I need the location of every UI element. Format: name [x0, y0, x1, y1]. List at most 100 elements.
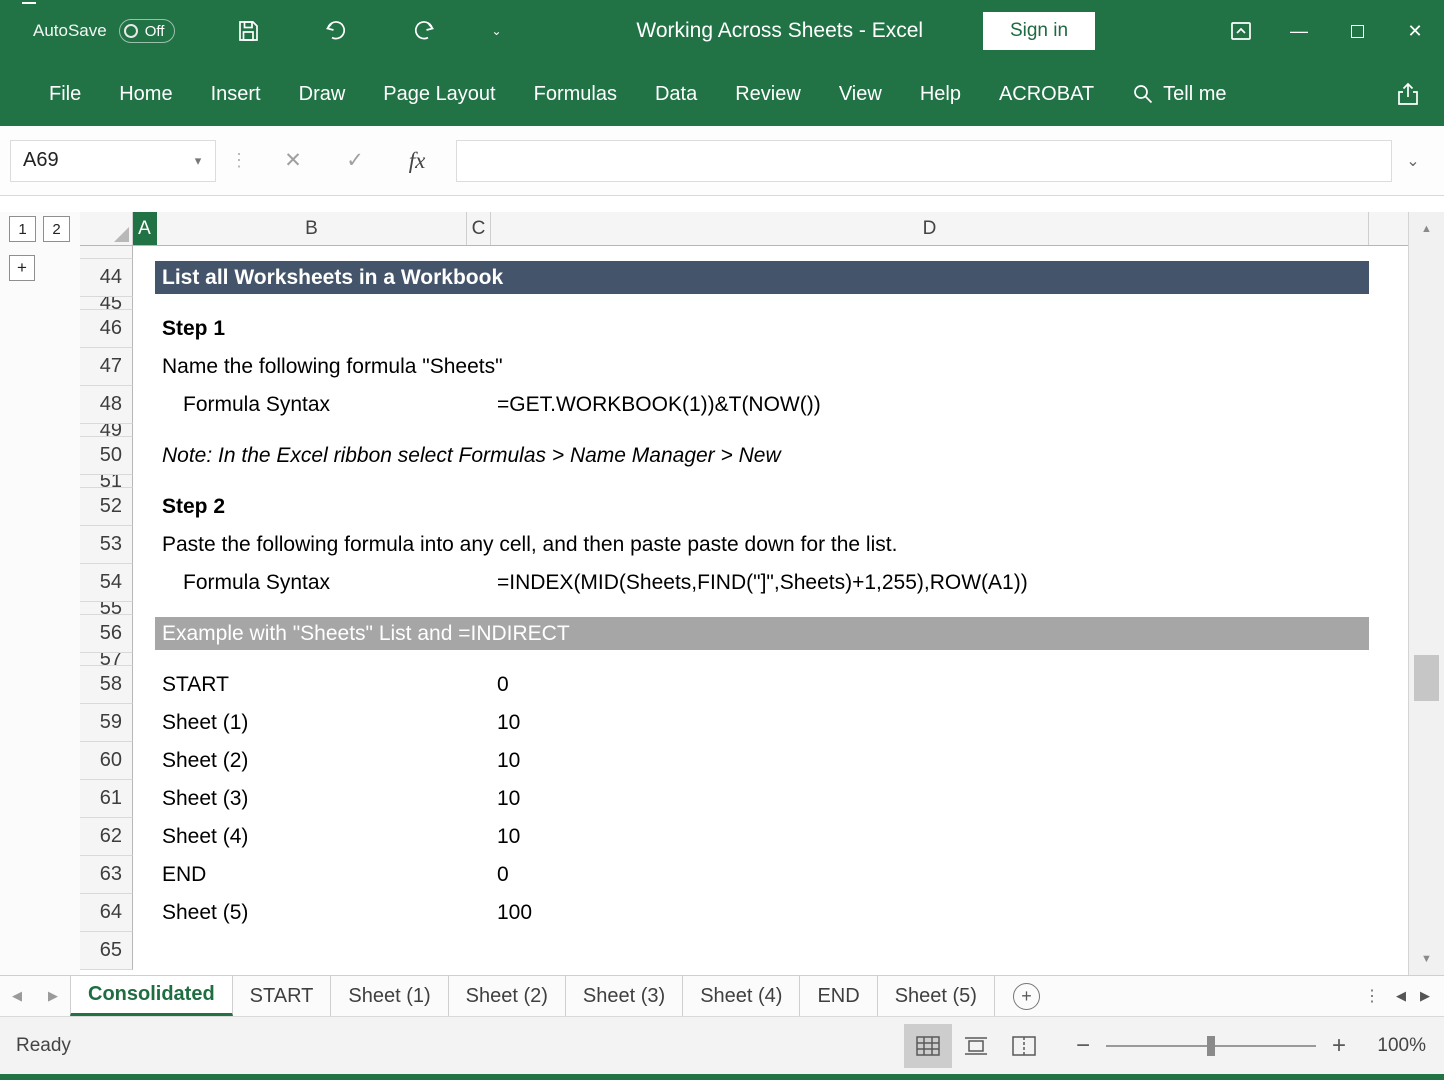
zoom-slider-thumb[interactable] [1207, 1036, 1215, 1056]
row-cells[interactable]: Step 2 [133, 488, 1408, 526]
name-box[interactable]: A69 ▾ [10, 140, 216, 182]
close-button[interactable]: ✕ [1386, 0, 1444, 62]
share-button[interactable] [1386, 72, 1430, 116]
ribbon-display-options-button[interactable] [1212, 0, 1270, 62]
row-header-61[interactable]: 61 [80, 780, 133, 818]
cell-B54[interactable]: Formula Syntax [183, 571, 330, 595]
outline-level-2-button[interactable]: 2 [43, 216, 70, 242]
cell-B52[interactable]: Step 2 [162, 495, 225, 519]
zoom-in-button[interactable]: + [1332, 1032, 1346, 1060]
cell-D48[interactable]: =GET.WORKBOOK(1))&T(NOW()) [497, 393, 821, 417]
row-cells[interactable] [133, 602, 1408, 615]
new-sheet-button[interactable]: + [1013, 983, 1040, 1010]
vertical-scrollbar-thumb[interactable] [1414, 655, 1439, 701]
row-header-51[interactable]: 51 [80, 475, 133, 488]
cell-D59[interactable]: 10 [497, 711, 520, 735]
ribbon-tab-view[interactable]: View [820, 62, 901, 126]
scroll-up-button[interactable]: ▲ [1409, 212, 1444, 245]
row-header-45[interactable]: 45 [80, 297, 133, 310]
row-cells[interactable]: START 0 [133, 666, 1408, 704]
sheet-tab-start[interactable]: START [233, 976, 332, 1016]
cell-B58[interactable]: START [162, 673, 229, 697]
sheet-tab-sheet-4[interactable]: Sheet (4) [683, 976, 800, 1016]
row-cells[interactable] [133, 297, 1408, 310]
sheet-tab-sheet-3[interactable]: Sheet (3) [566, 976, 683, 1016]
row-header-52[interactable]: 52 [80, 488, 133, 526]
cell-D54[interactable]: =INDEX(MID(Sheets,FIND("]",Sheets)+1,255… [497, 571, 1028, 595]
minimize-button[interactable]: — [1270, 0, 1328, 62]
row-header-56[interactable]: 56 [80, 615, 133, 653]
row-cells[interactable]: Sheet (3)10 [133, 780, 1408, 818]
row-cells[interactable]: Sheet (5) 100 [133, 894, 1408, 932]
row-cells[interactable]: List all Worksheets in a Workbook [133, 259, 1408, 297]
sheet-tab-sheet-1[interactable]: Sheet (1) [331, 976, 448, 1016]
expand-formula-bar-icon[interactable]: ⌄ [1392, 151, 1434, 171]
row-header-65[interactable]: 65 [80, 932, 133, 970]
cell-D63[interactable]: 0 [497, 863, 509, 887]
scroll-down-button[interactable]: ▼ [1409, 942, 1444, 975]
row-header-62[interactable]: 62 [80, 818, 133, 856]
column-header-B[interactable]: B [157, 212, 467, 245]
customize-quick-access-toolbar-button[interactable]: ⌄ [491, 27, 501, 35]
row-cells[interactable] [133, 475, 1408, 488]
insert-function-button[interactable]: fx [386, 140, 448, 182]
cell-B53[interactable]: Paste the following formula into any cel… [162, 533, 897, 557]
cell-B48[interactable]: Formula Syntax [183, 393, 330, 417]
row-cells[interactable]: Paste the following formula into any cel… [133, 526, 1408, 564]
page-break-preview-button[interactable] [1000, 1024, 1048, 1068]
undo-button[interactable] [321, 14, 351, 48]
sheet-tab-end[interactable]: END [800, 976, 877, 1016]
page-layout-view-button[interactable] [952, 1024, 1000, 1068]
column-header-C[interactable]: C [467, 212, 491, 245]
enter-button[interactable]: ✓ [324, 140, 386, 182]
outline-expand-button[interactable]: + [9, 255, 35, 281]
select-all-corner[interactable] [80, 212, 133, 245]
row-header-47[interactable]: 47 [80, 348, 133, 386]
normal-view-button[interactable] [904, 1024, 952, 1068]
row-header-44[interactable]: 44 [80, 259, 133, 297]
save-button[interactable] [233, 14, 263, 48]
row-header-63[interactable]: 63 [80, 856, 133, 894]
row-header-57[interactable]: 57 [80, 653, 133, 666]
vertical-scrollbar[interactable]: ▲ ▼ [1408, 212, 1444, 975]
ribbon-tab-help[interactable]: Help [901, 62, 980, 126]
row-cells[interactable]: Sheet (2)10 [133, 742, 1408, 780]
ribbon-tab-draw[interactable]: Draw [280, 62, 365, 126]
cell-D60[interactable]: 10 [497, 749, 520, 773]
row-header-48[interactable]: 48 [80, 386, 133, 424]
cell-B47[interactable]: Name the following formula "Sheets" [162, 355, 503, 379]
row-cells[interactable] [133, 932, 1408, 970]
row-cells[interactable]: Sheet (4)10 [133, 818, 1408, 856]
row-cells[interactable]: END0 [133, 856, 1408, 894]
zoom-slider[interactable] [1106, 1045, 1316, 1047]
formula-bar-resize-handle[interactable]: ⋮ [230, 150, 248, 171]
cell-B46[interactable]: Step 1 [162, 317, 225, 341]
row-header-64[interactable]: 64 [80, 894, 133, 932]
cell-B59[interactable]: Sheet (1) [162, 711, 248, 735]
row-cells[interactable] [133, 246, 1408, 259]
ribbon-tab-acrobat[interactable]: ACROBAT [980, 62, 1113, 126]
column-header-D[interactable]: D [491, 212, 1369, 245]
cell-B50[interactable]: Note: In the Excel ribbon select Formula… [162, 444, 781, 468]
cell-D58[interactable]: 0 [497, 673, 509, 697]
cancel-button[interactable]: ✕ [262, 140, 324, 182]
row-header-60[interactable]: 60 [80, 742, 133, 780]
cell-B62[interactable]: Sheet (4) [162, 825, 248, 849]
ribbon-tab-review[interactable]: Review [716, 62, 820, 126]
cell-B64[interactable]: Sheet (5) [162, 901, 248, 925]
row-header-58[interactable]: 58 [80, 666, 133, 704]
row-cells[interactable] [133, 653, 1408, 666]
ribbon-tab-data[interactable]: Data [636, 62, 716, 126]
tab-scroll-right-button[interactable]: ▶ [1420, 988, 1430, 1004]
maximize-button[interactable] [1328, 0, 1386, 62]
row-header-50[interactable]: 50 [80, 437, 133, 475]
row-cells[interactable] [133, 424, 1408, 437]
row-cells[interactable]: Example with "Sheets" List and =INDIRECT [133, 615, 1408, 653]
zoom-level[interactable]: 100% [1368, 1035, 1426, 1057]
cell-D64[interactable]: 100 [497, 901, 532, 925]
tab-overflow-icon[interactable]: ⋮ [1364, 986, 1380, 1006]
sheet-tab-consolidated[interactable]: Consolidated [70, 976, 233, 1016]
tell-me-button[interactable]: Tell me [1113, 83, 1245, 106]
row-header-49[interactable]: 49 [80, 424, 133, 437]
section-header-cell-B44[interactable]: List all Worksheets in a Workbook [155, 261, 1369, 294]
